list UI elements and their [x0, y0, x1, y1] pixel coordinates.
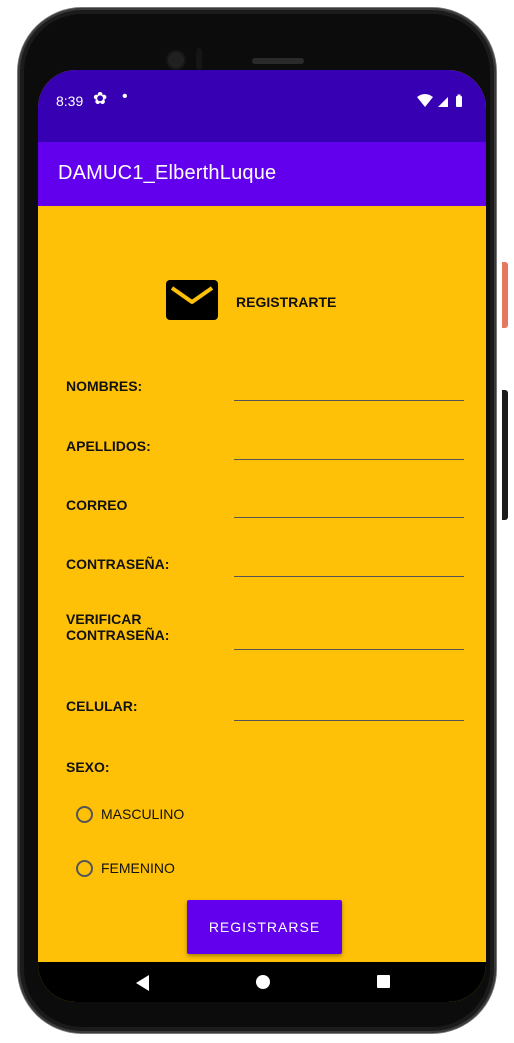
settings-icon: ✿ — [93, 89, 108, 108]
radio-circle-icon[interactable] — [76, 805, 93, 823]
app-title: DAMUC1_ElberthLuque — [58, 162, 277, 184]
sexo-label: SEXO: — [66, 759, 110, 775]
verificar-contrasena-input[interactable] — [234, 619, 464, 650]
status-time: 8:39 — [56, 93, 84, 109]
navigation-bar — [38, 962, 486, 1002]
celular-label: CELULAR: — [66, 698, 138, 714]
correo-label: CORREO — [66, 497, 128, 513]
verificar-contrasena-label: VERIFICAR CONTRASEÑA: — [66, 611, 170, 643]
notification-dot-icon: • — [122, 88, 128, 105]
apellidos-input[interactable] — [234, 429, 464, 460]
camera-sensor — [196, 48, 202, 70]
radio-masculino[interactable]: MASCULINO — [76, 803, 184, 825]
radio-circle-icon[interactable] — [76, 859, 93, 877]
power-button[interactable] — [502, 262, 508, 328]
earpiece-speaker — [252, 58, 304, 64]
device-screen: 8:39 ✿ • DAMUC1_ElberthLuque REGISTRARTE… — [38, 70, 486, 1002]
volume-button[interactable] — [502, 390, 508, 520]
radio-masculino-label: MASCULINO — [101, 806, 185, 822]
signal-icon — [438, 97, 448, 107]
contrasena-label: CONTRASEÑA: — [66, 556, 170, 572]
status-bar: 8:39 ✿ • — [38, 70, 486, 142]
camera-lens — [168, 52, 184, 68]
registrarse-button[interactable]: REGISTRARSE — [187, 900, 342, 954]
register-heading: REGISTRARTE — [236, 294, 337, 310]
apellidos-label: APELLIDOS: — [66, 438, 151, 454]
battery-icon — [456, 94, 462, 107]
status-icons — [416, 94, 470, 113]
radio-femenino-label: FEMENINO — [101, 860, 175, 876]
wifi-icon — [417, 94, 433, 107]
contrasena-input[interactable] — [234, 546, 464, 577]
correo-input[interactable] — [234, 487, 464, 518]
back-icon[interactable] — [136, 975, 150, 991]
registration-form: REGISTRARTE NOMBRES: APELLIDOS: CORREO C… — [38, 206, 486, 962]
radio-femenino[interactable]: FEMENINO — [76, 857, 175, 879]
app-bar: DAMUC1_ElberthLuque — [38, 142, 486, 206]
nombres-label: NOMBRES: — [66, 378, 143, 394]
celular-input[interactable] — [234, 690, 464, 721]
nombres-input[interactable] — [234, 370, 464, 401]
mail-icon — [166, 280, 218, 320]
recents-icon[interactable] — [377, 975, 390, 988]
home-icon[interactable] — [256, 975, 270, 989]
